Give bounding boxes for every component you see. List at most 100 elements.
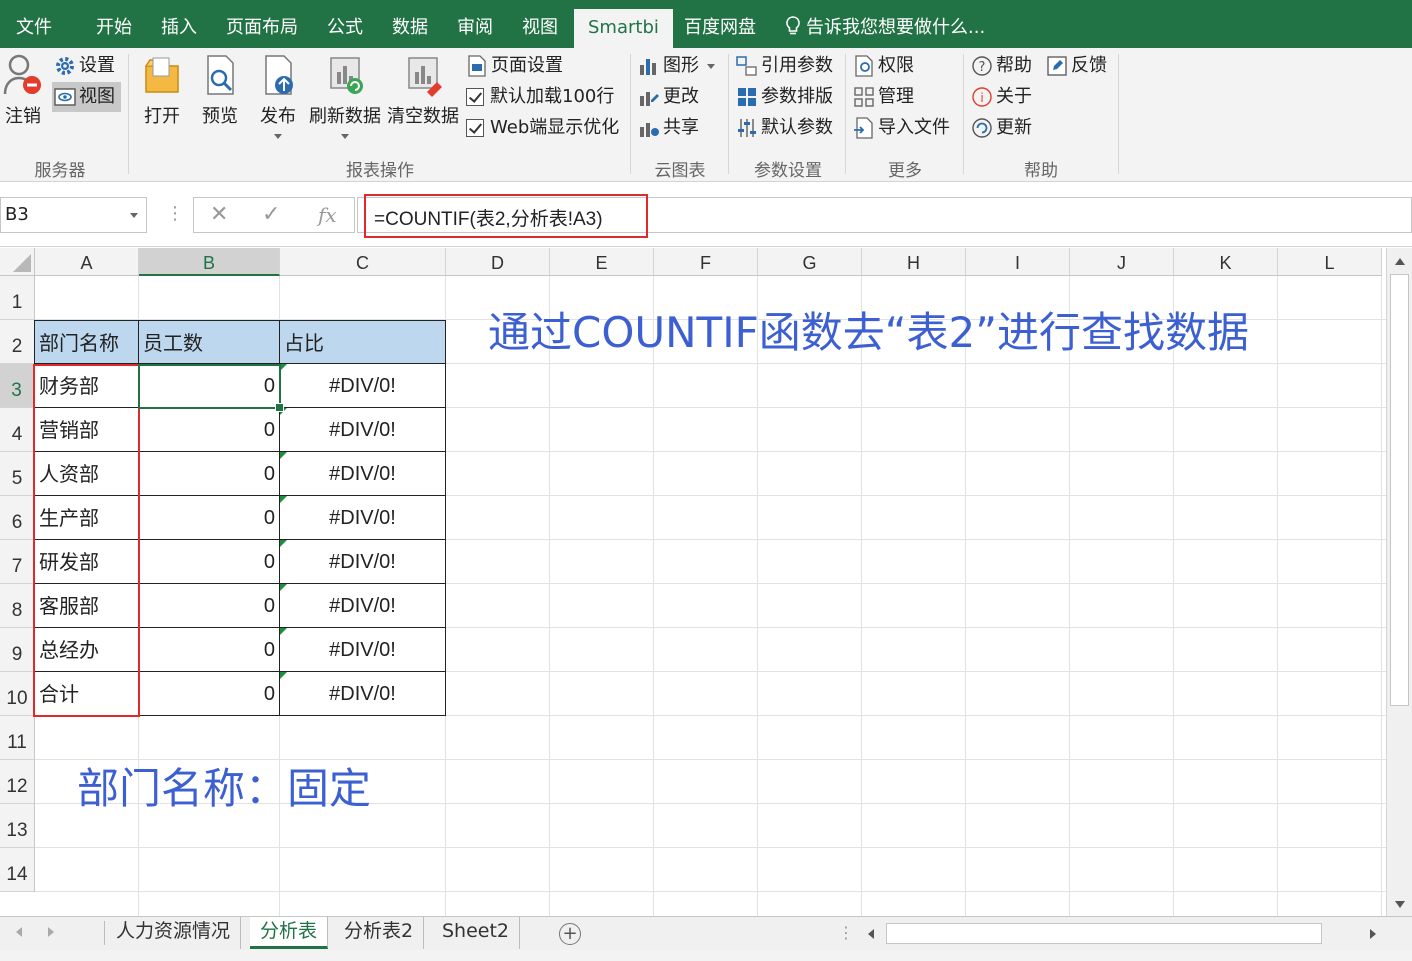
tab-data[interactable]: 数据 xyxy=(378,0,442,48)
sheet-tab-analysis[interactable]: 分析表 xyxy=(250,917,329,949)
cell-ratio[interactable]: #DIV/0! xyxy=(280,540,446,584)
cell-ratio[interactable]: #DIV/0! xyxy=(280,408,446,452)
horizontal-scrollbar[interactable] xyxy=(858,921,1386,947)
scroll-right-icon[interactable] xyxy=(1370,929,1376,939)
web-optimize-checkbox[interactable]: Web端显示优化 xyxy=(466,114,619,142)
row-header-6[interactable]: 6 xyxy=(0,496,35,540)
column-header-l[interactable]: L xyxy=(1278,248,1382,276)
scroll-up-icon[interactable] xyxy=(1395,258,1405,265)
column-header-e[interactable]: E xyxy=(550,248,654,276)
settings-button[interactable]: 设置 xyxy=(54,52,115,80)
row-header-5[interactable]: 5 xyxy=(0,452,35,496)
column-header-k[interactable]: K xyxy=(1174,248,1278,276)
open-button[interactable]: 打开 xyxy=(140,52,184,128)
default-load-checkbox[interactable]: 默认加载100行 xyxy=(466,83,614,111)
tab-insert[interactable]: 插入 xyxy=(147,0,211,48)
cancel-icon[interactable]: ✕ xyxy=(210,202,228,227)
cell-ratio[interactable]: #DIV/0! xyxy=(280,628,446,672)
params-layout-button[interactable]: 参数排版 xyxy=(736,83,833,111)
publish-button[interactable]: 发布 xyxy=(256,52,300,139)
chart-button[interactable]: 图形 xyxy=(638,52,715,80)
cell-employee-count[interactable]: 0 xyxy=(139,584,280,628)
tab-view[interactable]: 视图 xyxy=(508,0,572,48)
row-header-14[interactable]: 14 xyxy=(0,848,35,892)
chevron-down-icon[interactable] xyxy=(130,213,138,218)
tab-formulas[interactable]: 公式 xyxy=(313,0,377,48)
column-header-c[interactable]: C xyxy=(280,248,446,276)
row-header-11[interactable]: 11 xyxy=(0,716,35,760)
change-chart-button[interactable]: 更改 xyxy=(638,83,699,111)
confirm-icon[interactable]: ✓ xyxy=(262,202,280,227)
cell-ratio[interactable]: #DIV/0! xyxy=(280,496,446,540)
default-params-button[interactable]: 默认参数 xyxy=(736,114,833,142)
row-header-8[interactable]: 8 xyxy=(0,584,35,628)
update-button[interactable]: 更新 xyxy=(971,114,1032,142)
row-header-1[interactable]: 1 xyxy=(0,276,35,320)
sheet-nav-prev-icon[interactable] xyxy=(16,927,22,937)
view-button[interactable]: 视图 xyxy=(52,82,121,112)
row-header-3[interactable]: 3 xyxy=(0,364,35,408)
column-header-i[interactable]: I xyxy=(966,248,1070,276)
cell-ratio[interactable]: #DIV/0! xyxy=(280,672,446,716)
row-header-2[interactable]: 2 xyxy=(0,320,35,364)
column-header-j[interactable]: J xyxy=(1070,248,1174,276)
row-header-10[interactable]: 10 xyxy=(0,672,35,716)
reference-params-button[interactable]: 引用参数 xyxy=(736,52,833,80)
tab-home[interactable]: 开始 xyxy=(82,0,146,48)
sheet-tab-hr-status[interactable]: 人力资源情况 xyxy=(106,917,242,949)
column-header-a[interactable]: A xyxy=(35,248,139,276)
tell-me-search[interactable]: 告诉我您想要做什么... xyxy=(784,0,985,48)
row-header-9[interactable]: 9 xyxy=(0,628,35,672)
header-department[interactable]: 部门名称 xyxy=(34,320,139,364)
cell-ratio[interactable]: #DIV/0! xyxy=(280,364,446,408)
formula-bar-resize-handle[interactable]: ⋮ xyxy=(166,203,184,224)
column-header-h[interactable]: H xyxy=(862,248,966,276)
cell-ratio[interactable]: #DIV/0! xyxy=(280,584,446,628)
row-header-13[interactable]: 13 xyxy=(0,804,35,848)
row-header-12[interactable]: 12 xyxy=(0,760,35,804)
share-chart-button[interactable]: 共享 xyxy=(638,114,699,142)
column-header-b[interactable]: B xyxy=(139,248,280,276)
scroll-down-icon[interactable] xyxy=(1395,901,1405,908)
sheet-tab-sheet2[interactable]: Sheet2 xyxy=(432,917,521,949)
page-setup-button[interactable]: 页面设置 xyxy=(466,52,563,80)
sheet-tab-analysis-2[interactable]: 分析表2 xyxy=(334,917,425,949)
horizontal-scroll-thumb[interactable] xyxy=(886,923,1322,944)
tab-review[interactable]: 审阅 xyxy=(443,0,507,48)
tab-baidu-netdisk[interactable]: 百度网盘 xyxy=(670,0,770,48)
logout-button[interactable]: 注销 xyxy=(2,52,44,128)
cell-employee-count[interactable]: 0 xyxy=(139,408,280,452)
vertical-scrollbar[interactable] xyxy=(1386,248,1412,916)
cell-ratio[interactable]: #DIV/0! xyxy=(280,452,446,496)
cell-employee-count[interactable]: 0 xyxy=(139,540,280,584)
column-header-f[interactable]: F xyxy=(654,248,758,276)
preview-button[interactable]: 预览 xyxy=(198,52,242,128)
tab-smartbi[interactable]: Smartbi xyxy=(574,9,673,48)
manage-button[interactable]: 管理 xyxy=(853,83,914,111)
scroll-left-icon[interactable] xyxy=(868,929,874,939)
tab-page-layout[interactable]: 页面布局 xyxy=(212,0,312,48)
header-ratio[interactable]: 占比 xyxy=(280,320,446,364)
column-header-d[interactable]: D xyxy=(446,248,550,276)
permissions-button[interactable]: 权限 xyxy=(853,52,914,80)
clear-data-button[interactable]: 清空数据 xyxy=(386,52,460,128)
column-header-g[interactable]: G xyxy=(758,248,862,276)
tab-file[interactable]: 文件 xyxy=(2,0,66,48)
insert-function-icon[interactable]: fx xyxy=(318,203,337,227)
spreadsheet-grid[interactable]: ABCDEFGHIJKL 1 2 3 4 5 6 7 8 9 10 11 12 13 14 部门名称 员工数… xyxy=(0,248,1386,916)
header-employee-count[interactable]: 员工数 xyxy=(139,320,280,364)
cell-employee-count[interactable]: 0 xyxy=(139,672,280,716)
cell-employee-count[interactable]: 0 xyxy=(139,628,280,672)
refresh-data-button[interactable]: 刷新数据 xyxy=(308,52,382,139)
feedback-button[interactable]: 反馈 xyxy=(1046,52,1107,80)
hscroll-resize-handle[interactable]: ⋮ xyxy=(838,923,854,942)
row-header-4[interactable]: 4 xyxy=(0,408,35,452)
select-all-corner[interactable] xyxy=(0,248,35,276)
add-sheet-button[interactable]: + xyxy=(559,923,581,945)
row-header-7[interactable]: 7 xyxy=(0,540,35,584)
vertical-scroll-thumb[interactable] xyxy=(1390,274,1409,706)
import-file-button[interactable]: 导入文件 xyxy=(853,114,950,142)
cell-employee-count[interactable]: 0 xyxy=(139,496,280,540)
sheet-nav-next-icon[interactable] xyxy=(48,927,54,937)
cell-employee-count[interactable]: 0 xyxy=(139,452,280,496)
